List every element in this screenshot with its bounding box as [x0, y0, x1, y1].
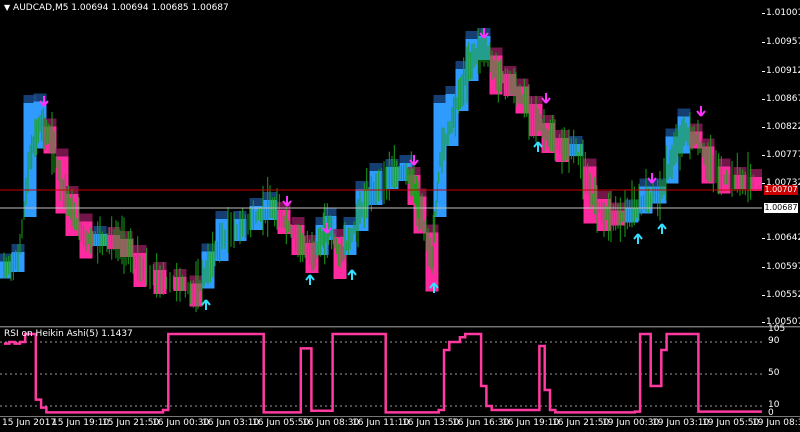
- time-axis-label: 15 Jun 19:10: [52, 418, 110, 428]
- time-axis-label: 16 Jun 05:50: [252, 418, 310, 428]
- time-axis-label: 19 Jun 00:30: [602, 418, 660, 428]
- heikin-ashi-shade: [465, 31, 479, 39]
- heikin-ashi-bar: [749, 177, 762, 191]
- chart-title[interactable]: ▼ AUDCAD,M5 1.00694 1.00694 1.00685 1.00…: [4, 3, 229, 13]
- symbol-label: AUDCAD,M5 1.00694 1.00694 1.00685 1.0068…: [13, 3, 229, 13]
- ask-price-tag: 1.00707: [764, 185, 798, 195]
- time-axis-label: 16 Jun 16:30: [452, 418, 510, 428]
- heikin-ashi-shade: [249, 198, 263, 206]
- price-axis-label: 1.00597: [766, 262, 800, 272]
- time-axis-label: 16 Jun 13:50: [402, 418, 460, 428]
- price-axis-label: 1.00777: [766, 150, 800, 160]
- heikin-ashi-shade: [749, 169, 762, 177]
- heikin-ashi-shade: [133, 245, 147, 253]
- price-axis-tick: [762, 238, 765, 239]
- price-axis-label: 1.00642: [766, 233, 800, 243]
- time-axis-label: 19 Jun 05:50: [702, 418, 760, 428]
- time-axis-label: 16 Jun 08:30: [302, 418, 360, 428]
- heikin-ashi-shade: [515, 78, 529, 87]
- heikin-ashi-shade: [215, 211, 229, 219]
- price-axis-tick: [762, 71, 765, 72]
- rsi-axis: 105 90 50 10 0: [762, 324, 800, 418]
- time-axis[interactable]: 15 Jun 2017 15 Jun 19:10 15 Jun 21:50 16 Ju…: [0, 416, 800, 432]
- price-axis-tick: [762, 183, 765, 184]
- price-axis-tick: [762, 267, 765, 268]
- price-axis-tick: [762, 13, 765, 14]
- price-axis-tick: [762, 42, 765, 43]
- heikin-ashi-shade: [433, 95, 447, 103]
- time-axis-label: 19 Jun 03:10: [652, 418, 710, 428]
- rsi-indicator-window[interactable]: [0, 328, 762, 416]
- price-axis-label: 1.00822: [766, 122, 800, 132]
- heikin-ashi-shade: [689, 123, 703, 132]
- rsi-axis-label: 105: [768, 324, 786, 334]
- price-axis-label: 1.00867: [766, 94, 800, 104]
- rsi-title: RSI on Heikin Ashi(5) 1.1437: [4, 329, 133, 339]
- heikin-ashi-shade: [55, 148, 69, 157]
- price-axis-tick: [762, 155, 765, 156]
- price-axis-tick: [762, 322, 765, 323]
- rsi-axis-label: 90: [768, 336, 780, 346]
- heikin-ashi-shade: [665, 128, 679, 137]
- time-axis-label: 15 Jun 21:50: [102, 418, 160, 428]
- time-axis-label: 19 Jun 08:30: [752, 418, 800, 428]
- price-chart[interactable]: [0, 0, 762, 326]
- price-axis-tick: [762, 295, 765, 296]
- price-axis[interactable]: 1.01001 1.00957 1.00912 1.00867 1.00822 1.007…: [762, 0, 800, 327]
- time-axis-label: 16 Jun 11:10: [352, 418, 410, 428]
- heikin-ashi-shade: [323, 208, 337, 216]
- price-axis-tick: [762, 127, 765, 128]
- time-axis-label: 16 Jun 00:30: [152, 418, 210, 428]
- heikin-ashi-shade: [677, 108, 691, 117]
- price-axis-label: 1.00552: [766, 290, 800, 300]
- time-axis-label: 16 Jun 19:10: [502, 418, 560, 428]
- price-axis-label: 1.01001: [766, 8, 800, 18]
- heikin-ashi-shade: [717, 158, 731, 167]
- triangle-down-icon[interactable]: ▼: [4, 3, 10, 12]
- time-axis-label: 16 Jun 03:10: [202, 418, 260, 428]
- time-axis-label: 16 Jun 21:50: [552, 418, 610, 428]
- price-axis-label: 1.00912: [766, 66, 800, 76]
- price-axis-label: 1.00957: [766, 37, 800, 47]
- heikin-ashi-shade: [425, 224, 439, 233]
- heikin-ashi-shade: [369, 163, 383, 171]
- price-axis-tick: [762, 99, 765, 100]
- current-price-tag: 1.00687: [764, 203, 798, 213]
- heikin-ashi-shade: [79, 213, 93, 222]
- rsi-axis-label: 50: [768, 368, 780, 378]
- time-axis-label: 15 Jun 2017: [2, 418, 57, 428]
